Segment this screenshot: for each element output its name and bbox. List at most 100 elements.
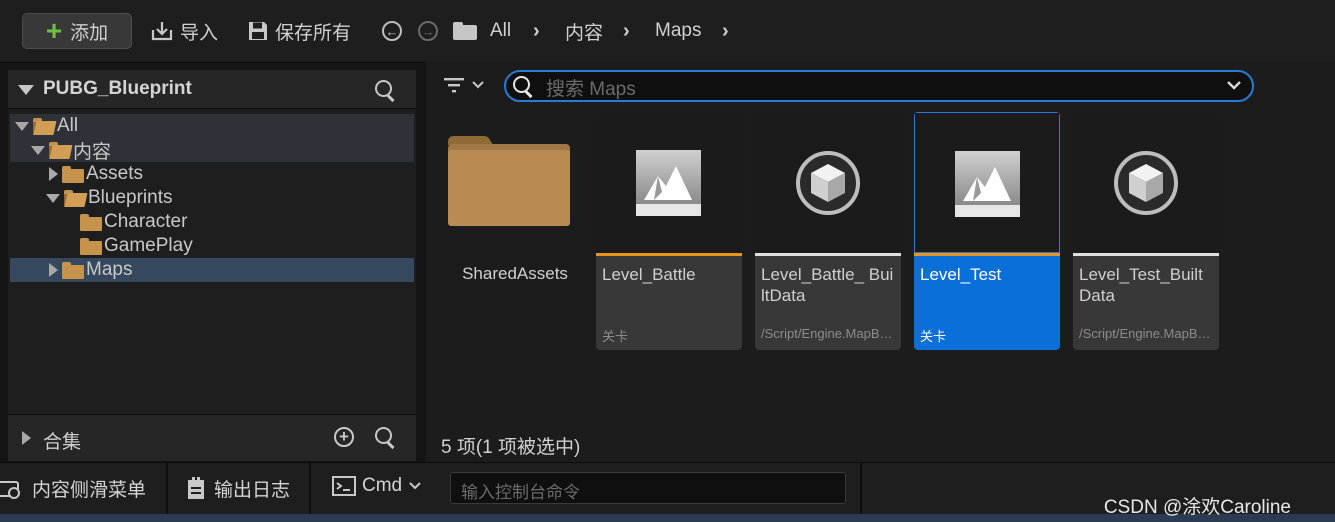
build-data-icon: [1114, 151, 1178, 215]
cmd-selector[interactable]: Cmd: [332, 475, 422, 497]
breadcrumb-folder-button[interactable]: [453, 14, 477, 48]
forward-arrow-icon: →: [418, 21, 438, 41]
asset-tile-level-test[interactable]: Level_Test 关卡: [914, 112, 1060, 350]
tree-item-content[interactable]: 内容: [10, 138, 414, 163]
asset-tile-level-test-builtdata[interactable]: Level_Test_BuiltData /Script/Engine.MapB…: [1073, 112, 1219, 350]
asset-view: 搜索 Maps SharedAssets Level_Battle 关卡 Lev…: [426, 62, 1335, 462]
save-icon: [249, 22, 267, 40]
folder-icon: [453, 22, 477, 40]
divider: [860, 463, 862, 515]
collections-label: 合集: [43, 432, 82, 453]
asset-tile-shared-assets[interactable]: SharedAssets: [442, 112, 588, 350]
watermark-text: CSDN @涂欢Caroline: [1103, 497, 1291, 518]
tree-item-label: 内容: [73, 141, 112, 163]
tree-item-label: Assets: [86, 163, 144, 184]
tree-item-character[interactable]: Character: [10, 210, 414, 234]
expand-arrow-icon[interactable]: [46, 193, 60, 203]
breadcrumb-maps[interactable]: Maps: [655, 14, 701, 48]
output-log-button[interactable]: 输出日志: [186, 475, 290, 502]
breadcrumb-content[interactable]: 内容: [565, 14, 603, 48]
chevron-down-icon: [472, 81, 484, 89]
asset-tile-type: /Script/Engine.MapBuildDataRegistry: [761, 326, 897, 341]
tree-item-label: All: [57, 115, 79, 136]
asset-tile-name: Level_Battle_ BuiltData: [761, 265, 894, 305]
asset-tile-name: Level_Test_BuiltData: [1079, 265, 1203, 305]
import-icon: [151, 22, 173, 41]
divider: [166, 463, 168, 515]
filter-button[interactable]: [443, 76, 485, 94]
search-icon[interactable]: [375, 427, 395, 449]
toolbar: + 添加 导入 保存所有 ← → All › 内容 › Maps ›: [0, 0, 1335, 63]
asset-search-box[interactable]: 搜索 Maps: [504, 70, 1254, 102]
tree-item-gameplay[interactable]: GamePlay: [10, 234, 414, 258]
sources-header[interactable]: PUBG_Blueprint: [8, 70, 416, 109]
breadcrumb-chevron-icon[interactable]: ›: [533, 14, 540, 48]
sources-panel: PUBG_Blueprint All 内容 Assets Blueprints …: [8, 70, 416, 461]
content-drawer-button[interactable]: 内容侧滑菜单: [0, 475, 146, 502]
level-map-icon: [955, 151, 1020, 217]
tree-item-label: Blueprints: [88, 187, 173, 208]
asset-tile-name: SharedAssets: [462, 264, 568, 283]
tree-item-all[interactable]: All: [10, 114, 414, 138]
tree-item-blueprints[interactable]: Blueprints: [10, 186, 414, 210]
asset-tile-type: 关卡: [920, 329, 947, 344]
folder-open-icon: [33, 117, 57, 135]
divider: [309, 463, 311, 515]
asset-type-bar: [1073, 253, 1219, 256]
output-log-icon: [188, 476, 204, 499]
chevron-down-icon[interactable]: [1226, 80, 1242, 92]
tree-item-assets[interactable]: Assets: [10, 162, 414, 186]
console-command-input[interactable]: 输入控制台命令: [450, 472, 846, 504]
expand-arrow-icon[interactable]: [49, 263, 58, 277]
back-arrow-icon: ←: [382, 21, 402, 41]
breadcrumb-chevron-icon[interactable]: ›: [722, 14, 729, 48]
filter-icon: [444, 78, 464, 93]
asset-thumbnail: [914, 112, 1060, 253]
search-input[interactable]: 搜索 Maps: [546, 74, 636, 101]
history-forward-button[interactable]: →: [418, 14, 438, 48]
breadcrumb-content-label: 内容: [565, 22, 604, 44]
history-back-button[interactable]: ←: [382, 14, 402, 48]
asset-type-bar: [914, 253, 1060, 256]
tree-item-label: Maps: [86, 259, 133, 280]
save-all-button[interactable]: 保存所有: [247, 14, 351, 48]
asset-tile-type: /Script/Engine.MapBuildDataRegistry: [1079, 326, 1215, 341]
project-title: PUBG_Blueprint: [43, 78, 192, 99]
asset-tile-level-battle-builtdata[interactable]: Level_Battle_ BuiltData /Script/Engine.M…: [755, 112, 901, 350]
search-icon[interactable]: [375, 80, 395, 102]
cmd-label: Cmd: [362, 475, 403, 496]
plus-icon: +: [45, 15, 63, 46]
collections-header[interactable]: 合集 +: [8, 414, 416, 461]
breadcrumb-chevron-icon[interactable]: ›: [623, 14, 630, 48]
expand-arrow-icon[interactable]: [22, 431, 31, 445]
import-button[interactable]: 导入: [150, 14, 218, 48]
breadcrumb-all-label: All: [490, 20, 512, 41]
folder-icon: [62, 165, 84, 183]
folder-icon: [80, 237, 102, 255]
breadcrumb-all[interactable]: All: [490, 14, 511, 48]
asset-thumbnail: [755, 112, 901, 253]
expand-arrow-icon[interactable]: [49, 167, 58, 181]
save-all-button-label: 保存所有: [275, 22, 352, 44]
add-button[interactable]: + 添加: [22, 13, 132, 49]
build-data-icon: [796, 151, 860, 215]
expand-arrow-icon[interactable]: [15, 121, 29, 131]
tree-item-maps[interactable]: Maps: [10, 258, 414, 282]
content-drawer-icon: [0, 480, 20, 499]
search-icon: [513, 76, 533, 98]
collapse-arrow-icon[interactable]: [18, 85, 34, 95]
expand-arrow-icon[interactable]: [31, 145, 45, 155]
asset-type-bar: [755, 253, 901, 256]
asset-tile-level-battle[interactable]: Level_Battle 关卡: [596, 112, 742, 350]
item-count-status: 5 项(1 项被选中): [441, 437, 581, 458]
folder-icon: [448, 136, 570, 226]
folder-icon: [62, 261, 84, 279]
asset-tile-type: 关卡: [602, 329, 629, 344]
folder-open-icon: [49, 141, 73, 159]
output-log-label: 输出日志: [214, 480, 291, 501]
add-button-label: 添加: [70, 22, 109, 44]
console-icon: [332, 476, 356, 496]
asset-tile-name: Level_Battle: [602, 265, 696, 284]
tree-item-label: GamePlay: [104, 235, 193, 256]
add-collection-icon[interactable]: +: [334, 427, 354, 447]
